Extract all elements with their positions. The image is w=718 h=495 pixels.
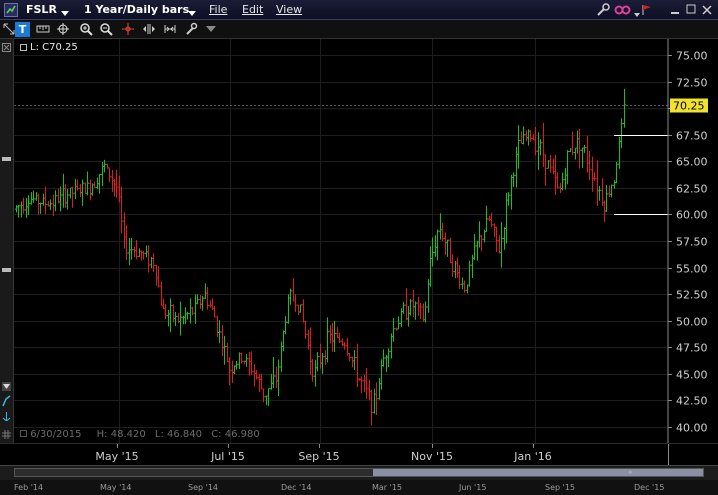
timeframe-dropdown-icon[interactable] <box>188 7 196 20</box>
x-tick-label: Jul '15 <box>210 450 245 463</box>
menu-edit[interactable]: Edit <box>242 3 263 16</box>
navigator-track[interactable]: ✦ <box>14 468 704 477</box>
left-sidebar <box>0 39 14 443</box>
scroll-down-icon[interactable] <box>2 381 11 391</box>
red-crosshair-icon[interactable] <box>120 22 135 37</box>
symbol-dropdown-icon[interactable] <box>61 7 69 20</box>
ohlc-readout: 6/30/2015 H: 48.420 L: 46.840 C: 46.980 <box>20 429 260 440</box>
ohlc-high: H: 48.420 <box>96 429 146 440</box>
zoom-in-icon[interactable] <box>78 22 93 37</box>
navigator-labels: Feb '14 May '14 Sep '14 Dec '14 Mar '15 … <box>0 480 718 495</box>
y-tick-label: 62.50 <box>676 183 708 196</box>
x-tick-label: Sep '15 <box>298 450 339 463</box>
app-logo-icon <box>4 3 18 17</box>
indicator-icon[interactable] <box>2 395 11 407</box>
current-price-tag: 70.25 <box>670 98 708 113</box>
link-icon[interactable] <box>614 4 632 19</box>
x-tick-label: Jan '16 <box>513 450 551 463</box>
scale-down-icon[interactable] <box>2 411 11 422</box>
scale-icon[interactable] <box>162 22 177 37</box>
timeframe-label[interactable]: 1 Year/Daily bars <box>84 3 189 16</box>
flag-icon[interactable] <box>642 4 652 19</box>
toolbar-dropdown-icon[interactable] <box>203 22 218 37</box>
ohlc-low: L: 46.840 <box>154 429 203 440</box>
crosshair-icon[interactable] <box>55 22 70 37</box>
nav-label-5: Mar '15 <box>372 483 403 492</box>
y-tick-label: 47.50 <box>676 342 708 355</box>
nav-label-1: Feb '14 <box>14 483 44 492</box>
text-tool-button[interactable]: T <box>15 22 30 37</box>
nav-label-6: Jun '15 <box>459 483 487 492</box>
nav-label-2: May '14 <box>100 483 132 492</box>
x-tick-label: Nov '15 <box>411 450 453 463</box>
y-tick-label: 65.00 <box>676 156 708 169</box>
last-price-box-icon <box>20 44 27 51</box>
y-tick-label: 50.00 <box>676 316 708 329</box>
ohlc-box-icon <box>20 430 27 437</box>
ohlc-close: C: 46.980 <box>211 429 260 440</box>
minimize-icon[interactable] <box>670 4 680 19</box>
navigator-right-handle[interactable]: ✦ <box>627 468 634 477</box>
y-tick-label: 72.50 <box>676 77 708 90</box>
price-chart[interactable]: 75.0072.5070.0067.5065.0062.5060.0057.50… <box>14 39 718 443</box>
y-tick-label: 67.50 <box>676 130 708 143</box>
pane-splitter-bottom[interactable] <box>2 268 11 272</box>
pane-splitter-top[interactable] <box>2 157 11 161</box>
chart-toolbar: T <box>0 20 718 39</box>
nav-label-8: Dec '15 <box>634 483 665 492</box>
y-tick-label: 57.50 <box>676 236 708 249</box>
time-axis[interactable]: May '15 Jul '15 Sep '15 Nov '15 Jan '16 <box>0 443 718 466</box>
resize-icon[interactable] <box>1 22 16 37</box>
svg-text:70.25: 70.25 <box>673 100 705 113</box>
close-icon[interactable] <box>702 4 712 19</box>
nav-label-7: Sep '15 <box>545 483 575 492</box>
ohlc-date: 6/30/2015 <box>30 429 82 440</box>
maximize-icon[interactable] <box>686 4 696 19</box>
y-tick-label: 75.00 <box>676 50 708 63</box>
grid-icon[interactable] <box>2 429 11 439</box>
nav-label-4: Dec '14 <box>281 483 312 492</box>
last-price-label: L: C70.25 <box>20 42 78 53</box>
x-tick-label: May '15 <box>95 450 138 463</box>
menu-view[interactable]: View <box>276 3 302 16</box>
window-titlebar: FSLR 1 Year/Daily bars File Edit View <box>0 0 718 20</box>
navigator-thumb[interactable] <box>373 469 703 476</box>
y-tick-label: 42.50 <box>676 395 708 408</box>
y-tick-label: 40.00 <box>676 422 708 435</box>
nav-label-3: Sep '14 <box>188 483 218 492</box>
y-tick-label: 55.00 <box>676 263 708 276</box>
collapse-icon[interactable] <box>2 42 11 52</box>
y-tick-label: 52.50 <box>676 289 708 302</box>
tools-icon[interactable] <box>183 22 198 37</box>
pan-icon[interactable] <box>141 22 156 37</box>
wrench-icon[interactable] <box>596 3 610 20</box>
chart-canvas[interactable]: 75.0072.5070.0067.5065.0062.5060.0057.50… <box>14 39 718 443</box>
zoom-out-icon[interactable] <box>98 22 113 37</box>
chart-navigator[interactable]: ✦ Feb '14 May '14 Sep '14 Dec '14 Mar '1… <box>0 465 718 495</box>
y-tick-label: 60.00 <box>676 209 708 222</box>
menu-file[interactable]: File <box>209 3 227 16</box>
y-tick-label: 45.00 <box>676 369 708 382</box>
symbol-label[interactable]: FSLR <box>26 3 57 16</box>
ruler-icon[interactable] <box>35 22 50 37</box>
